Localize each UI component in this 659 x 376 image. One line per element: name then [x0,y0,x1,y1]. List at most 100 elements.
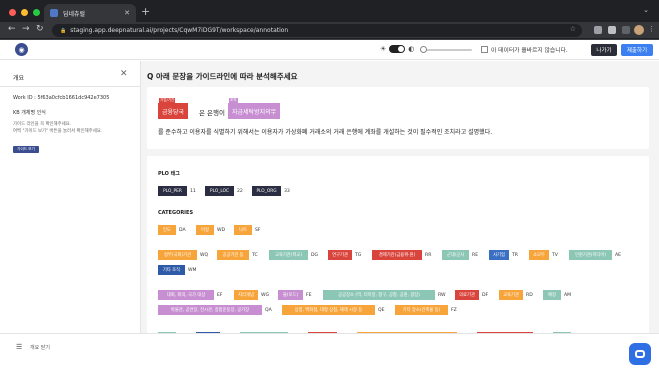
tag-shortcut-code: AE [615,252,622,258]
tag-chip[interactable]: 기타 조직 [158,265,185,275]
sentence-card: 기업/기관 금융당국 은 은행이 조직 자금세탁방지의무 를 준수하고 이용자를… [147,87,649,149]
puzzle-icon[interactable] [608,26,616,34]
slider-knob[interactable] [420,46,427,53]
guide-text-line2: 여백 "가이드 보기" 버튼을 눌러서 확인해주세요. [13,129,103,134]
back-icon[interactable]: ← [8,24,16,34]
tag-shortcut-code: RE [472,252,479,258]
tag-chip[interactable]: 민원기관(미디어) [569,250,612,260]
browser-tab[interactable]: 딥네츄럴 ✕ [44,4,136,22]
tag-chip[interactable]: 정부(국회)기관 [158,250,197,260]
tag-shortcut-code: 11 [190,188,196,194]
tag-chip[interactable]: 예정 [543,290,561,300]
window-controls [9,9,40,16]
tag-chip[interactable]: 미정 [196,225,214,235]
app-header: ◉ ☀ ◐ 이 데이터가 올바르지 않습니다. 나가기 제출하기 [0,40,659,60]
annotation-area: Q 아래 문장을 가이드라인에 따라 분석해주세요 기업/기관 금융당국 은 은… [141,61,659,333]
tab-search-icon[interactable]: ⌄ [643,6,649,14]
tag-card: PLO 태그 CATEGORIES PLO_PER 11 PLO_LOC 22 PLO_… [147,156,649,333]
tag-shortcut-code: TV [552,252,558,258]
tab-title: 딥네츄럴 [63,10,86,18]
tag-chip[interactable]: PLO_PER [158,186,187,196]
tag-chip[interactable]: 기타 장소(건축물 등) [395,305,448,315]
divider [0,86,141,87]
entity-text-2: 자금세탁방지의무 [232,108,277,116]
browser-tab-bar: 딥네츄럴 ✕ + ⌄ [0,0,659,22]
tag-chip[interactable]: 나트 [234,225,252,235]
reload-icon[interactable]: ↻ [36,24,44,34]
checkbox-box[interactable] [481,46,488,53]
chat-button[interactable] [629,343,651,365]
tag-shortcut-code: DG [311,252,319,258]
tag-chip[interactable]: 상점, 백화점, 대형 상점, 재래 시장 등 [282,305,375,315]
bottom-bar: ☰ 개요 닫기 [0,333,659,376]
media-icon[interactable] [622,26,630,34]
guide-text-line1: 가이드 라인을 꼭 확인해주세요. [13,122,72,127]
new-tab-icon[interactable]: + [141,5,150,18]
close-overview-link[interactable]: 개요 닫기 [30,344,50,351]
close-panel-icon[interactable]: ✕ [120,69,128,79]
tag-shortcut-code: QA [265,307,272,313]
tag-shortcut-code: EF [217,292,223,298]
tag-chip[interactable]: 경제기관(금융위·원) [372,250,422,260]
bookmark-star-icon[interactable]: ☆ [570,25,576,33]
address-bar[interactable]: 🔒 staging.app.deepnatural.ai/projects/Cq… [52,24,582,37]
close-tab-icon[interactable]: ✕ [124,9,130,17]
tag-chip[interactable]: 연구기관 [328,250,352,260]
tag-chip[interactable]: 공공장소 (역, 터미널, 항구, 공항, 공원, 광장) [323,290,435,300]
theme-switch[interactable]: ☀ ◐ [380,45,414,53]
tag-chip[interactable]: 공공기관 등 [217,250,249,260]
theme-toggle[interactable] [389,45,406,53]
work-id: Work ID : 5f63a0cfcb1661dc942e7305 [13,95,110,101]
question-title: Q 아래 문장을 가이드라인에 따라 분석해주세요 [147,72,298,81]
tag-shortcut-code: RW [438,292,446,298]
invalid-data-checkbox[interactable]: 이 데이터가 올바르지 않습니다. [481,45,568,54]
exit-button[interactable]: 나가기 [591,44,617,56]
tag-shortcut-code: WM [188,267,197,273]
tag-chip[interactable]: PLO_LOC [205,186,234,196]
tag-shortcut-code: TR [512,252,518,258]
app-logo[interactable]: ◉ [15,43,28,56]
entity-span-1[interactable]: 기업/기관 금융당국 [158,98,189,119]
tag-shortcut-code: 22 [237,188,243,194]
font-size-slider[interactable] [420,46,472,53]
entity-text-1: 금융당국 [162,108,185,116]
tag-chip[interactable]: PLO_ORG [252,186,281,196]
forward-icon[interactable]: → [22,24,30,34]
maximize-window-button[interactable] [33,9,40,16]
tag-shortcut-code: DA [179,227,186,233]
tag-shortcut-code: FE [306,292,312,298]
tag-chip[interactable]: 대회, 회의, 국가 대상 [158,290,214,300]
extension-icon[interactable] [594,26,602,34]
overview-panel: 개요 ✕ Work ID : 5f63a0cfcb1661dc942e7305 … [0,61,141,333]
guide-button[interactable]: 가이드 보기 [13,146,39,153]
entity-tag-1: 기업/기관 [159,98,176,103]
sun-icon: ☀ [380,45,387,53]
address-bar-row: ← → ↻ 🔒 staging.app.deepnatural.ai/proje… [0,22,659,39]
tag-shortcut-code: SF [255,227,261,233]
close-window-button[interactable] [9,9,16,16]
list-icon[interactable]: ☰ [16,343,22,351]
tag-chip[interactable]: 물(로드) [278,290,303,300]
tag-shortcut-code: DF [482,292,489,298]
tag-shortcut-code: WQ [200,252,209,258]
menu-dots-icon[interactable]: ⋮ [648,25,655,33]
entity-span-2[interactable]: 조직 자금세탁방지의무 [228,98,281,119]
tag-chip[interactable]: 소모두 [529,250,549,260]
profile-avatar[interactable] [634,25,644,35]
tag-shortcut-code: RD [526,292,533,298]
tag-chip[interactable]: 의료기관 [455,290,479,300]
tag-chip[interactable]: 군대/군사 [442,250,469,260]
moon-icon: ◐ [408,45,415,53]
tag-chip[interactable]: 인도 [158,225,176,235]
tag-chip[interactable]: 지리개념 [234,290,258,300]
tag-chip[interactable]: 교육기관(학교) [269,250,308,260]
tag-chip[interactable]: 교육기관 [499,290,523,300]
app-window: ◉ ☀ ◐ 이 데이터가 올바르지 않습니다. 나가기 제출하기 개요 ✕ Wo… [0,40,659,376]
submit-button[interactable]: 제출하기 [621,44,653,56]
tag-chip[interactable]: 박물관, 공연장, 전시관, 종합운동장, 공기장 [158,305,262,315]
minimize-window-button[interactable] [21,9,28,16]
tag-chip[interactable]: 사기업 [489,250,509,260]
tag-shortcut-code: QE [378,307,385,313]
overview-heading: 개요 [13,75,25,82]
tag-shortcut-code: TG [355,252,362,258]
